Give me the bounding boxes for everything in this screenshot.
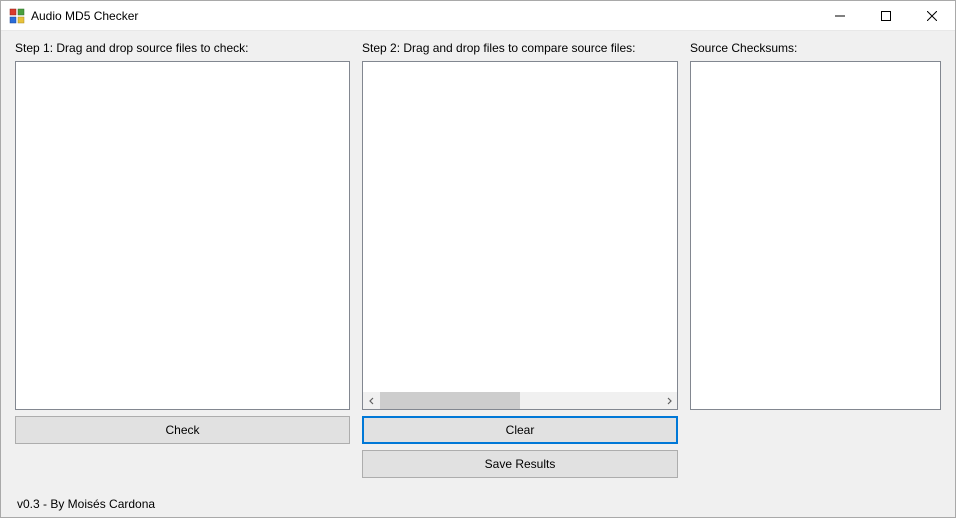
step2-label: Step 2: Drag and drop files to compare s… bbox=[362, 41, 678, 57]
source-files-listbox[interactable] bbox=[15, 61, 350, 410]
step2-column: Step 2: Drag and drop files to compare s… bbox=[362, 41, 678, 491]
maximize-icon bbox=[881, 11, 891, 21]
client-area: Step 1: Drag and drop source files to ch… bbox=[1, 31, 955, 517]
save-results-button[interactable]: Save Results bbox=[362, 450, 678, 478]
minimize-icon bbox=[835, 11, 845, 21]
checksums-label: Source Checksums: bbox=[690, 41, 941, 57]
app-icon bbox=[9, 8, 25, 24]
scroll-thumb[interactable] bbox=[380, 392, 520, 409]
main-columns: Step 1: Drag and drop source files to ch… bbox=[15, 41, 941, 491]
step1-label: Step 1: Drag and drop source files to ch… bbox=[15, 41, 350, 57]
checksums-column: Source Checksums: bbox=[690, 41, 941, 491]
window-title: Audio MD5 Checker bbox=[31, 9, 817, 23]
checksums-listbox[interactable] bbox=[690, 61, 941, 410]
step1-column: Step 1: Drag and drop source files to ch… bbox=[15, 41, 350, 491]
footer-text: v0.3 - By Moisés Cardona bbox=[15, 491, 941, 513]
compare-files-listbox[interactable] bbox=[362, 61, 678, 410]
window-controls bbox=[817, 1, 955, 30]
close-button[interactable] bbox=[909, 1, 955, 30]
check-button[interactable]: Check bbox=[15, 416, 350, 444]
scroll-left-arrow[interactable] bbox=[363, 392, 380, 409]
clear-button[interactable]: Clear bbox=[362, 416, 678, 444]
horizontal-scrollbar[interactable] bbox=[363, 392, 677, 409]
scroll-right-arrow[interactable] bbox=[660, 392, 677, 409]
close-icon bbox=[927, 11, 937, 21]
app-window: Audio MD5 Checker Step 1: Drag and drop … bbox=[0, 0, 956, 518]
chevron-left-icon bbox=[368, 397, 376, 405]
maximize-button[interactable] bbox=[863, 1, 909, 30]
titlebar[interactable]: Audio MD5 Checker bbox=[1, 1, 955, 31]
minimize-button[interactable] bbox=[817, 1, 863, 30]
scroll-track[interactable] bbox=[380, 392, 660, 409]
chevron-right-icon bbox=[665, 397, 673, 405]
